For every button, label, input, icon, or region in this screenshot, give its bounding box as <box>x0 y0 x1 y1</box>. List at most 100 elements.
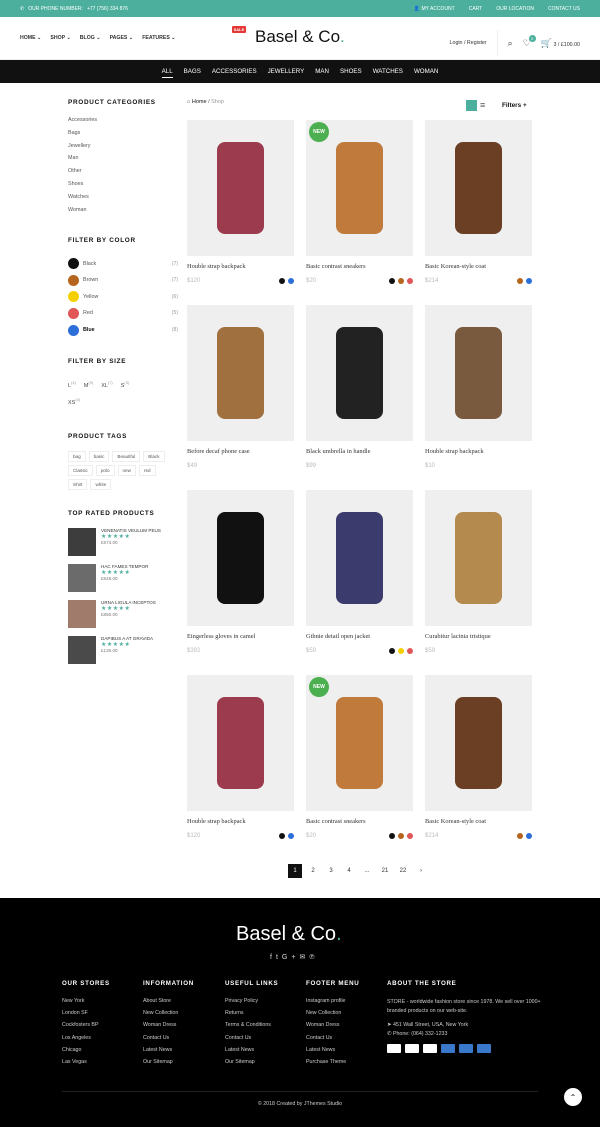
footer-link[interactable]: Terms & Conditions <box>225 1022 278 1034</box>
size-filter-item[interactable]: M(9) <box>84 380 101 389</box>
product-image[interactable] <box>187 490 294 626</box>
color-swatch[interactable] <box>389 833 395 839</box>
footer-link[interactable]: New Collection <box>306 1010 359 1022</box>
product-image[interactable] <box>187 120 294 256</box>
nav-shop[interactable]: SHOP ⌄ <box>50 35 70 42</box>
color-swatch[interactable] <box>407 833 413 839</box>
footer-link[interactable]: New York <box>62 998 110 1010</box>
color-swatch[interactable] <box>526 833 532 839</box>
footer-link[interactable]: Latest News <box>306 1047 359 1059</box>
top-rated-item[interactable]: VENENATIS VEULUM PEUS ★★★★★ £574.00 <box>68 527 178 556</box>
product-name[interactable]: Houble strap backpack <box>425 448 532 455</box>
page-3[interactable]: 3 <box>324 864 338 878</box>
filters-button[interactable]: Filters + <box>502 102 527 109</box>
footer-link[interactable]: Woman Dress <box>306 1022 359 1034</box>
nav-pages[interactable]: PAGES ⌄ <box>110 35 134 42</box>
tag-red[interactable]: red <box>138 464 156 476</box>
cart-link[interactable]: CART <box>469 6 483 12</box>
category-link[interactable]: Watches <box>68 194 178 207</box>
color-swatch[interactable] <box>407 648 413 654</box>
footer-link[interactable]: Latest News <box>143 1047 194 1059</box>
color-swatch[interactable] <box>517 833 523 839</box>
product-name[interactable]: Black umbrella in handle <box>306 448 413 455</box>
color-swatch[interactable] <box>398 278 404 284</box>
category-link[interactable]: Man <box>68 155 178 168</box>
product-image[interactable] <box>187 305 294 441</box>
footer-link[interactable]: About Store <box>143 998 194 1010</box>
footer-link[interactable]: Instagram profile <box>306 998 359 1010</box>
top-rated-item[interactable]: HAC FAMES TEMPOR ★★★★★ £545.00 <box>68 563 178 592</box>
color-swatch[interactable] <box>279 278 285 284</box>
top-rated-item[interactable]: URNA LIGULA INCEPTOS ★★★★★ £850.00 <box>68 599 178 628</box>
product-image[interactable] <box>425 305 532 441</box>
our-location-link[interactable]: OUR LOCATION <box>496 6 534 12</box>
product-name[interactable]: Houble strap backpack <box>187 818 294 825</box>
category-link[interactable]: Other <box>68 168 178 181</box>
product-name[interactable]: Curabitur lacinia tristique <box>425 633 532 640</box>
category-link[interactable]: Accessories <box>68 117 178 130</box>
product-image[interactable] <box>425 120 532 256</box>
search-icon[interactable]: ⌕ <box>508 38 513 48</box>
footer-link[interactable]: Our Sitemap <box>143 1059 194 1071</box>
breadcrumb-home[interactable]: Home <box>192 99 207 105</box>
category-link[interactable]: Woman <box>68 207 178 220</box>
tag-new[interactable]: new <box>117 464 136 476</box>
product-thumbnail[interactable] <box>68 527 96 556</box>
footer-link[interactable]: Cockfosters BP <box>62 1022 110 1034</box>
site-logo[interactable]: Basel & Co. <box>255 27 345 47</box>
top-rated-item[interactable]: DAPIBUS A AT GRAVIDA ★★★★★ £125.00 <box>68 635 178 664</box>
footer-logo[interactable]: Basel & Co. <box>236 923 342 946</box>
product-name[interactable]: Basic Korean-style coat <box>425 818 532 825</box>
tag-shirt[interactable]: Shirt <box>68 478 88 490</box>
product-card[interactable]: NEW Basic contrast sneakers $20 <box>306 120 413 284</box>
color-swatch[interactable] <box>288 278 294 284</box>
color-filter-item[interactable]: Brown (7) <box>68 272 178 289</box>
phone-number[interactable]: +77 (756) 334 876 <box>87 6 128 12</box>
product-thumbnail[interactable] <box>68 599 96 628</box>
footer-link[interactable]: Contact Us <box>225 1035 278 1047</box>
footer-link[interactable]: Contact Us <box>143 1035 194 1047</box>
page-4[interactable]: 4 <box>342 864 356 878</box>
color-filter-item[interactable]: Red (5) <box>68 305 178 322</box>
login-register-link[interactable]: Login / Register <box>450 40 487 46</box>
product-image[interactable] <box>187 675 294 811</box>
email-icon[interactable]: ✉ <box>299 954 309 961</box>
product-name[interactable]: Basic contrast sneakers <box>306 818 413 825</box>
product-name[interactable]: Basic Korean-style coat <box>425 263 532 270</box>
product-card[interactable]: Houble strap backpack $10 <box>425 305 532 469</box>
heart-icon[interactable]: ♡ 0 <box>523 34 536 48</box>
footer-link[interactable]: Contact Us <box>306 1035 359 1047</box>
size-filter-item[interactable]: XS(3) <box>68 397 88 406</box>
product-card[interactable]: NEW Basic contrast sneakers $20 <box>306 675 413 839</box>
contact-us-link[interactable]: CONTACT US <box>548 6 580 12</box>
product-card[interactable]: Houble strap backpack $120 <box>187 675 294 839</box>
tag-white[interactable]: white <box>90 478 112 490</box>
product-image[interactable] <box>306 305 413 441</box>
nav-blog[interactable]: BLOG ⌄ <box>80 35 101 42</box>
product-card[interactable]: Basic Korean-style coat $214 <box>425 675 532 839</box>
color-swatch[interactable] <box>517 278 523 284</box>
category-link[interactable]: Jewellery <box>68 143 178 156</box>
color-filter-item[interactable]: Black (7) <box>68 255 178 272</box>
product-image[interactable] <box>306 490 413 626</box>
pinterest-icon[interactable]: ℗ <box>309 954 318 961</box>
footer-link[interactable]: Chicago <box>62 1047 110 1059</box>
nav-features[interactable]: FEATURES ⌄ <box>142 35 175 42</box>
footer-link[interactable]: Las Vegas <box>62 1059 110 1071</box>
color-swatch[interactable] <box>389 278 395 284</box>
category-bags[interactable]: BAGS <box>184 66 201 77</box>
footer-link[interactable]: London SF <box>62 1010 110 1022</box>
color-swatch[interactable] <box>526 278 532 284</box>
product-name[interactable]: Houble strap backpack <box>187 263 294 270</box>
size-filter-item[interactable]: S(3) <box>121 380 138 389</box>
footer-link[interactable]: Purchase Theme <box>306 1059 359 1071</box>
size-filter-item[interactable]: L(4) <box>68 380 84 389</box>
product-card[interactable]: Curabitur lacinia tristique $59 <box>425 490 532 654</box>
google-plus-icon[interactable]: G+ <box>282 954 300 961</box>
footer-link[interactable]: New Collection <box>143 1010 194 1022</box>
page-22[interactable]: 22 <box>396 864 410 878</box>
list-view-icon[interactable]: ≡ <box>480 100 491 111</box>
tag-classic[interactable]: Classic <box>68 464 93 476</box>
my-account-link[interactable]: 👤 MY ACCOUNT <box>414 6 455 12</box>
product-image[interactable]: NEW <box>306 120 413 256</box>
